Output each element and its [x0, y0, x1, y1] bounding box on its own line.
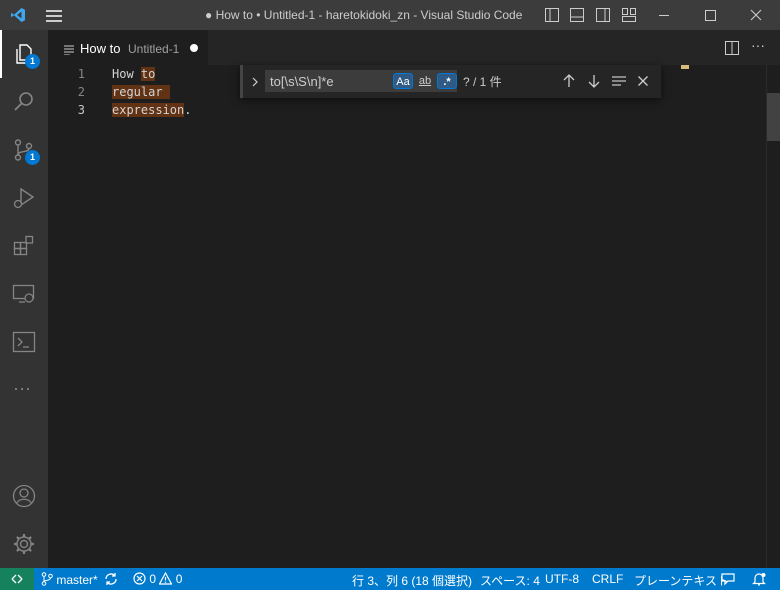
- terminal-button[interactable]: [0, 318, 48, 366]
- match-case-toggle[interactable]: Aa: [393, 73, 413, 89]
- editor[interactable]: 1 2 3 How to regular expression. Aa ab .…: [48, 65, 780, 568]
- code-line: How to: [112, 65, 156, 83]
- feedback-button[interactable]: [721, 572, 735, 589]
- eol-status[interactable]: CRLF: [592, 572, 623, 586]
- terminal-icon: [12, 331, 36, 353]
- extensions-button[interactable]: [0, 222, 48, 270]
- scrollbar-thumb[interactable]: [767, 93, 780, 141]
- find-in-selection-button[interactable]: [611, 73, 627, 89]
- toggle-panel-icon[interactable]: [569, 7, 585, 23]
- search-match: to: [140, 67, 156, 81]
- line-number: 3: [77, 103, 85, 117]
- more-actions-icon[interactable]: ···: [751, 37, 765, 53]
- vscode-logo-icon: [10, 7, 26, 26]
- remote-explorer-icon: [12, 284, 35, 303]
- customize-layout-icon[interactable]: [621, 7, 637, 23]
- source-control-button[interactable]: 1: [0, 126, 48, 174]
- run-debug-icon: [13, 187, 35, 209]
- window-title: ● How to • Untitled-1 - haretokidoki_zn …: [205, 8, 523, 22]
- tab-how-to[interactable]: How to Untitled-1: [48, 30, 208, 65]
- line-number: 1: [77, 67, 85, 81]
- status-bar: master* 0 0 行 3、列 6 (18 個選択) スペース: 4 UTF…: [0, 568, 780, 590]
- feedback-icon: [721, 573, 735, 586]
- warning-icon: [158, 571, 173, 585]
- explorer-button[interactable]: 1: [0, 30, 48, 78]
- code-line: expression.: [112, 101, 191, 119]
- editor-tabs: How to Untitled-1 ···: [48, 30, 780, 65]
- maximize-button[interactable]: [687, 0, 733, 30]
- manage-button[interactable]: [0, 520, 48, 568]
- sync-button[interactable]: [104, 572, 118, 589]
- chevron-right-icon: [252, 77, 258, 87]
- tab-label: How to: [80, 41, 121, 56]
- notifications-button[interactable]: [752, 572, 766, 589]
- extensions-icon: [13, 235, 34, 256]
- arrow-up-icon: [563, 74, 575, 87]
- remote-indicator-button[interactable]: [0, 568, 34, 590]
- branch-icon: [41, 572, 53, 586]
- problems-status[interactable]: 0 0: [133, 571, 183, 586]
- find-widget: Aa ab .* ? / 1 件: [240, 65, 661, 98]
- find-input-box: Aa ab .*: [265, 70, 457, 92]
- close-find-button[interactable]: [635, 73, 651, 89]
- run-debug-button[interactable]: [0, 174, 48, 222]
- sync-icon: [105, 573, 117, 585]
- selection-icon: [612, 76, 626, 86]
- cursor-position[interactable]: 行 3、列 6 (18 個選択): [352, 572, 472, 589]
- more-button[interactable]: ···: [0, 366, 48, 414]
- branch-name: master*: [56, 573, 98, 587]
- branch-status[interactable]: master*: [41, 572, 98, 587]
- toggle-secondary-sidebar-icon[interactable]: [595, 7, 611, 23]
- vertical-scrollbar[interactable]: [766, 65, 780, 568]
- regex-toggle[interactable]: .*: [437, 73, 457, 89]
- whole-word-toggle[interactable]: ab: [415, 73, 435, 89]
- search-match: expression: [112, 103, 185, 117]
- menu-icon[interactable]: [44, 6, 64, 24]
- warning-count: 0: [175, 572, 183, 586]
- minimap-match-marker: [681, 65, 689, 69]
- accounts-button[interactable]: [0, 472, 48, 520]
- activity-bar: 1 1 ···: [0, 30, 48, 568]
- search-match: regular: [112, 85, 163, 99]
- remote-explorer-button[interactable]: [0, 270, 48, 318]
- find-input[interactable]: [270, 72, 386, 90]
- close-icon: [638, 76, 648, 86]
- scm-badge: 1: [25, 150, 40, 165]
- error-icon: [133, 572, 146, 585]
- remote-icon: [11, 574, 23, 584]
- more-icon: ···: [13, 378, 31, 398]
- code-line: regular: [112, 83, 170, 101]
- next-match-button[interactable]: [586, 73, 602, 89]
- encoding-status[interactable]: UTF-8: [545, 572, 579, 586]
- split-editor-icon[interactable]: [724, 40, 740, 59]
- code-text: .: [184, 103, 192, 117]
- unsaved-dot-icon[interactable]: [190, 44, 198, 52]
- arrow-down-icon: [588, 75, 600, 88]
- search-icon: [14, 92, 33, 111]
- gear-icon: [14, 534, 34, 554]
- match-count: ? / 1 件: [463, 75, 502, 89]
- error-count: 0: [149, 572, 157, 586]
- previous-match-button[interactable]: [561, 73, 577, 89]
- language-mode[interactable]: プレーンテキスト: [634, 572, 729, 589]
- tab-description: Untitled-1: [128, 42, 180, 56]
- close-window-button[interactable]: [733, 0, 779, 30]
- minimize-button[interactable]: [641, 0, 687, 30]
- title-bar: ● How to • Untitled-1 - haretokidoki_zn …: [0, 0, 780, 30]
- search-button[interactable]: [0, 78, 48, 126]
- toggle-replace-button[interactable]: [247, 74, 263, 90]
- bell-icon: [752, 573, 766, 586]
- account-icon: [12, 484, 36, 508]
- indentation-status[interactable]: スペース: 4: [480, 572, 540, 589]
- code-text: How: [112, 67, 141, 81]
- toggle-primary-sidebar-icon[interactable]: [544, 7, 560, 23]
- text-file-icon: [64, 43, 74, 56]
- explorer-badge: 1: [25, 54, 40, 69]
- line-number: 2: [77, 85, 85, 99]
